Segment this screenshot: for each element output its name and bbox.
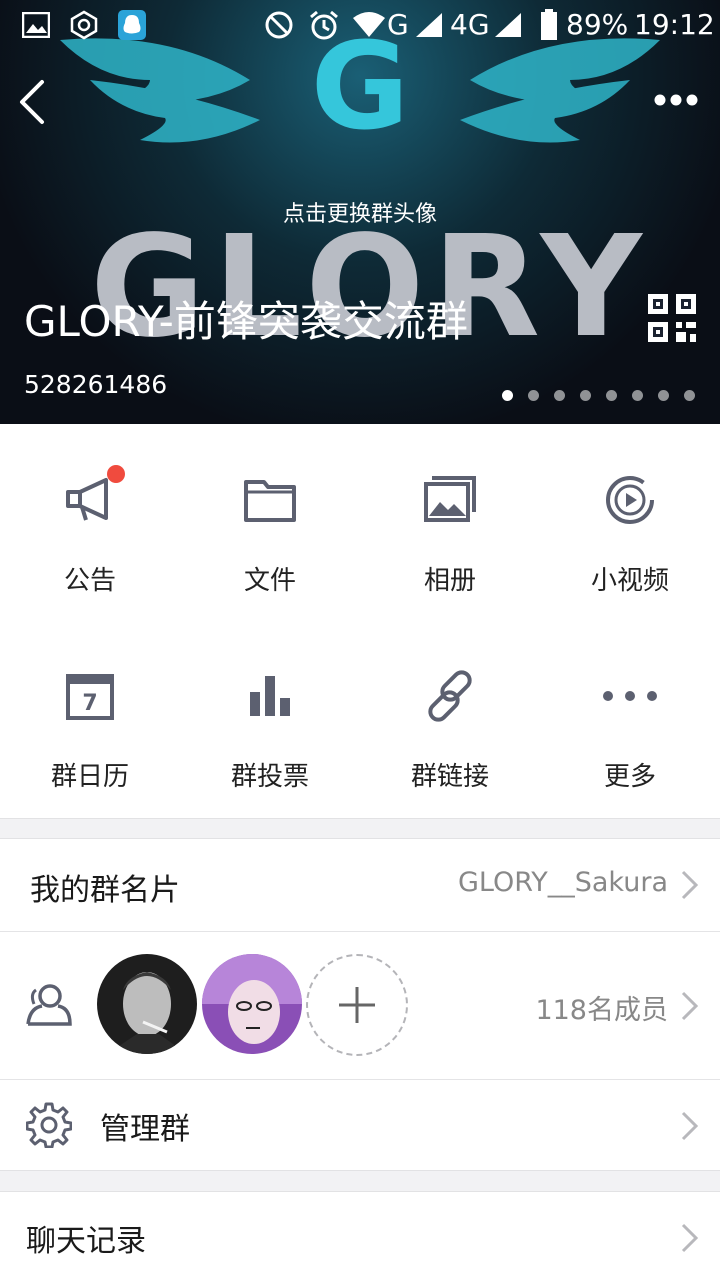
chat-history-label: 聊天记录 xyxy=(26,1224,146,1259)
qq-notification-icon xyxy=(118,10,146,40)
more-options-button[interactable] xyxy=(648,88,704,112)
more-dots-icon xyxy=(654,94,698,106)
chevron-right-icon xyxy=(681,991,699,1021)
feature-link[interactable]: 群链接 xyxy=(360,620,540,810)
members-icon xyxy=(26,984,72,1026)
video-icon xyxy=(606,476,654,524)
members-row[interactable]: 118名成员 xyxy=(0,932,720,1079)
calendar-icon: 7 xyxy=(66,674,114,720)
back-arrow-icon xyxy=(20,80,44,124)
member-avatar[interactable] xyxy=(97,954,197,1054)
battery-percent: 89% xyxy=(566,8,629,41)
group-name: GLORY-前锋突袭交流群 xyxy=(24,297,468,346)
feature-label: 群投票 xyxy=(230,762,309,792)
group-card-row[interactable]: 我的群名片 GLORY__Sakura xyxy=(0,839,720,931)
photo-album-icon xyxy=(424,476,476,522)
manage-group-row[interactable]: 管理群 xyxy=(0,1080,720,1170)
section-separator xyxy=(0,1170,720,1192)
qr-code-icon xyxy=(648,294,696,342)
carousel-dot xyxy=(502,390,513,401)
link-icon xyxy=(428,670,472,722)
chevron-right-icon xyxy=(681,1223,699,1253)
feature-label: 群日历 xyxy=(50,762,129,792)
carousel-dot xyxy=(528,390,539,401)
back-button[interactable] xyxy=(12,78,52,126)
gear-icon xyxy=(26,1102,72,1148)
feature-label: 群链接 xyxy=(410,762,489,792)
bar-chart-icon xyxy=(250,676,290,716)
signal-1-icon xyxy=(416,13,442,37)
chevron-right-icon xyxy=(681,1111,699,1141)
alarm-icon xyxy=(310,10,338,40)
carousel-dot xyxy=(580,390,591,401)
change-avatar-hint[interactable]: 点击更换群头像 xyxy=(0,196,720,228)
avatar-photo xyxy=(97,954,197,1054)
chat-history-row[interactable]: 聊天记录 xyxy=(0,1192,720,1280)
carousel-dot xyxy=(684,390,695,401)
battery-icon xyxy=(541,9,557,40)
feature-label: 相册 xyxy=(423,566,476,596)
group-id: 528261486 xyxy=(24,370,168,399)
signal-2-icon xyxy=(495,13,521,37)
feature-vote[interactable]: 群投票 xyxy=(180,620,360,810)
more-dots-icon xyxy=(603,691,657,701)
do-not-disturb-icon xyxy=(265,11,293,39)
image-notification-icon xyxy=(22,12,50,38)
network-type-2: 4G xyxy=(450,8,490,41)
clock: 19:12 xyxy=(634,8,715,41)
folder-icon xyxy=(244,480,296,522)
feature-calendar[interactable]: 7 群日历 xyxy=(0,620,180,810)
carousel-indicator xyxy=(502,390,702,402)
network-type-1: G xyxy=(387,8,409,41)
avatar-photo xyxy=(202,954,302,1054)
feature-label: 文件 xyxy=(243,566,296,596)
group-card-label: 我的群名片 xyxy=(30,873,180,908)
invite-member-button[interactable] xyxy=(306,954,408,1056)
feature-files[interactable]: 文件 xyxy=(180,424,360,614)
plus-icon xyxy=(339,987,375,1023)
svg-text:7: 7 xyxy=(82,691,97,716)
feature-label: 小视频 xyxy=(590,566,669,596)
carousel-dot xyxy=(632,390,643,401)
feature-album[interactable]: 相册 xyxy=(360,424,540,614)
manage-group-label: 管理群 xyxy=(100,1112,190,1147)
group-avatar-banner[interactable]: G GLORY G 4G 89% 19:12 点击更换群头像 GLORY-前锋突… xyxy=(0,0,720,424)
feature-grid: 公告 文件 相册 小视频 7 群日历 群投票 群链接 更多 xyxy=(0,424,720,818)
status-bar: G 4G 89% 19:12 xyxy=(0,0,720,50)
carousel-dot xyxy=(554,390,565,401)
feature-short-video[interactable]: 小视频 xyxy=(540,424,720,614)
feature-label: 公告 xyxy=(63,566,116,596)
notification-badge xyxy=(107,465,125,483)
carousel-dot xyxy=(606,390,617,401)
settings-notification-icon xyxy=(70,10,98,40)
qr-code-button[interactable] xyxy=(646,292,698,344)
feature-more[interactable]: 更多 xyxy=(540,620,720,810)
carousel-dot xyxy=(658,390,669,401)
member-count: 118名成员 xyxy=(535,995,668,1026)
section-separator xyxy=(0,818,720,839)
feature-announcement[interactable]: 公告 xyxy=(0,424,180,614)
chevron-right-icon xyxy=(681,870,699,900)
group-card-value: GLORY__Sakura xyxy=(457,867,668,898)
feature-label: 更多 xyxy=(603,762,656,792)
member-avatar[interactable] xyxy=(202,954,302,1054)
wifi-icon xyxy=(353,12,385,37)
